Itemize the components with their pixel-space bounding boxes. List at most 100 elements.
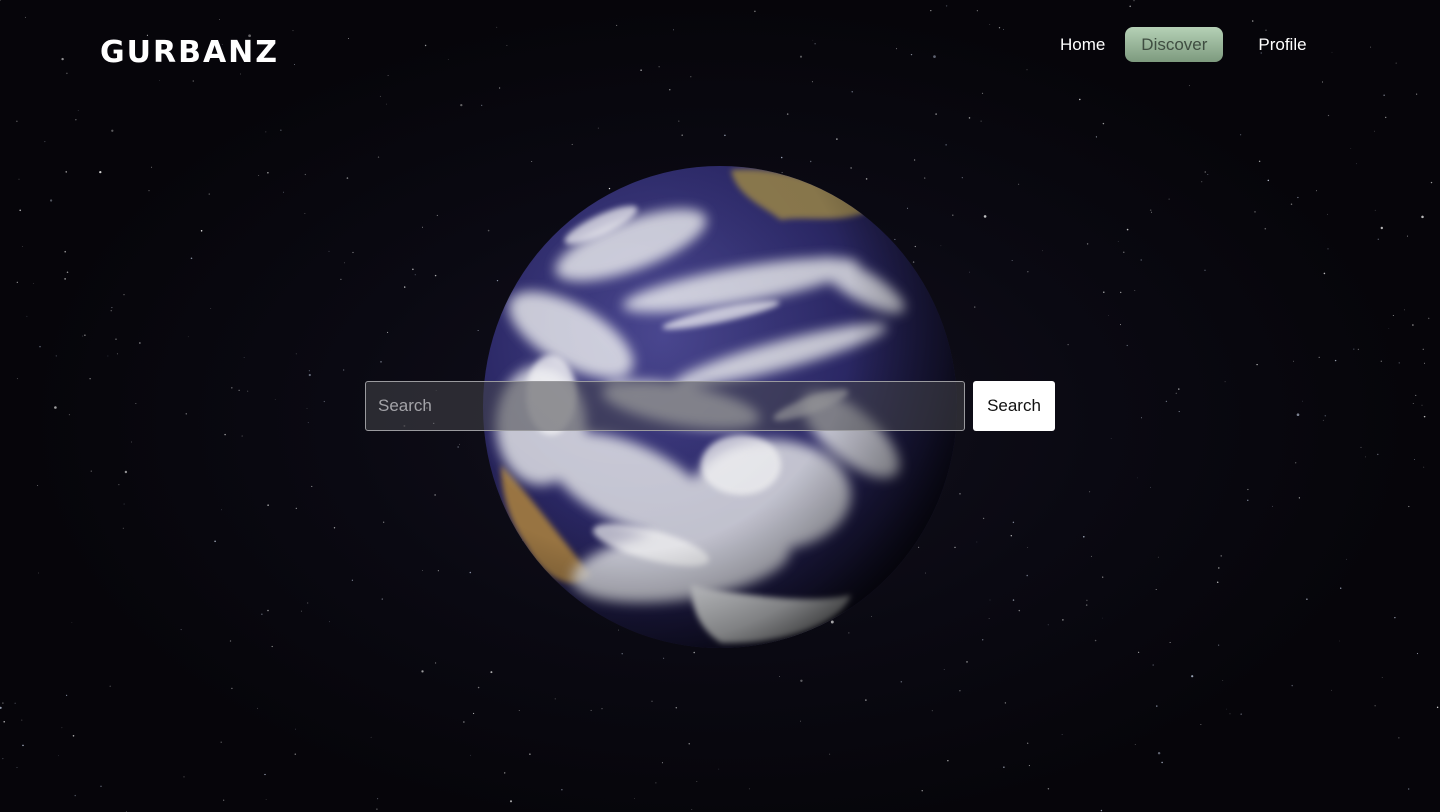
star bbox=[1012, 521, 1015, 524]
star bbox=[1297, 196, 1299, 199]
star bbox=[921, 790, 923, 792]
star bbox=[1394, 617, 1396, 619]
star bbox=[49, 199, 53, 202]
star bbox=[851, 91, 853, 93]
star bbox=[1422, 348, 1424, 350]
nav-item-profile[interactable]: Profile bbox=[1243, 27, 1321, 62]
star bbox=[1216, 581, 1219, 583]
star bbox=[980, 120, 982, 122]
star bbox=[459, 443, 460, 445]
star bbox=[1026, 574, 1028, 577]
star bbox=[460, 103, 463, 107]
star bbox=[943, 668, 945, 670]
star bbox=[243, 357, 245, 358]
star bbox=[210, 308, 212, 309]
star bbox=[1331, 689, 1332, 691]
star bbox=[969, 271, 970, 273]
star bbox=[61, 727, 63, 729]
star bbox=[1191, 675, 1194, 678]
star bbox=[1027, 547, 1029, 548]
star bbox=[634, 798, 635, 799]
star bbox=[1149, 209, 1152, 211]
star bbox=[306, 408, 308, 409]
star bbox=[800, 679, 803, 683]
star bbox=[328, 250, 330, 252]
star bbox=[1423, 362, 1426, 364]
star bbox=[379, 95, 381, 97]
star bbox=[1416, 93, 1418, 95]
star bbox=[377, 798, 379, 800]
star bbox=[1334, 359, 1337, 362]
star bbox=[1204, 269, 1206, 271]
star bbox=[1292, 360, 1295, 362]
star bbox=[1126, 228, 1129, 231]
nav-item-discover[interactable]: Discover bbox=[1125, 27, 1224, 62]
star bbox=[434, 274, 437, 277]
star bbox=[693, 651, 695, 654]
star bbox=[473, 712, 475, 715]
star bbox=[1085, 604, 1088, 606]
star bbox=[1239, 134, 1242, 136]
star bbox=[22, 744, 24, 747]
star bbox=[481, 104, 483, 106]
main-nav: Home Discover Profile bbox=[1040, 27, 1322, 62]
star bbox=[267, 504, 269, 506]
star bbox=[66, 271, 69, 273]
star bbox=[1436, 706, 1439, 709]
star bbox=[37, 485, 39, 486]
star bbox=[304, 173, 306, 176]
star bbox=[1403, 309, 1405, 311]
star bbox=[265, 798, 267, 800]
page: GURBANZ Home Discover Profile Search bbox=[0, 0, 1440, 812]
star bbox=[1117, 241, 1119, 243]
star bbox=[1004, 702, 1007, 704]
star bbox=[865, 699, 867, 701]
star bbox=[370, 736, 372, 738]
star bbox=[809, 160, 812, 163]
star bbox=[678, 120, 680, 122]
search-input[interactable] bbox=[365, 381, 965, 431]
star bbox=[1095, 136, 1097, 138]
star bbox=[1047, 788, 1050, 790]
star bbox=[780, 156, 783, 159]
star bbox=[1357, 348, 1360, 351]
star bbox=[241, 435, 243, 437]
star bbox=[307, 422, 309, 424]
star bbox=[1120, 291, 1122, 294]
brand-logo[interactable]: GURBANZ bbox=[100, 33, 279, 73]
star bbox=[343, 369, 345, 371]
star bbox=[1137, 651, 1140, 653]
star bbox=[381, 598, 383, 600]
star bbox=[561, 789, 563, 791]
star bbox=[1136, 477, 1138, 479]
star bbox=[945, 144, 947, 146]
star bbox=[1423, 415, 1426, 418]
star bbox=[16, 767, 18, 768]
star bbox=[1083, 535, 1085, 538]
star bbox=[1175, 392, 1177, 394]
star bbox=[295, 353, 297, 355]
star bbox=[1042, 250, 1043, 252]
star bbox=[214, 540, 216, 543]
star bbox=[26, 315, 28, 317]
star bbox=[1067, 344, 1069, 346]
search-button[interactable]: Search bbox=[973, 381, 1055, 431]
star bbox=[180, 629, 182, 631]
star bbox=[64, 250, 66, 253]
star bbox=[477, 686, 480, 689]
star bbox=[16, 281, 18, 283]
star bbox=[295, 728, 296, 730]
star bbox=[571, 143, 573, 145]
star bbox=[1377, 238, 1380, 240]
star bbox=[1150, 486, 1151, 488]
star bbox=[111, 307, 113, 309]
star bbox=[1027, 271, 1029, 273]
nav-item-home[interactable]: Home bbox=[1045, 27, 1120, 62]
star bbox=[1079, 98, 1081, 101]
star bbox=[414, 274, 416, 276]
star bbox=[267, 172, 269, 174]
star bbox=[257, 707, 258, 709]
star bbox=[90, 470, 92, 472]
star bbox=[1324, 415, 1327, 417]
star bbox=[221, 509, 222, 511]
